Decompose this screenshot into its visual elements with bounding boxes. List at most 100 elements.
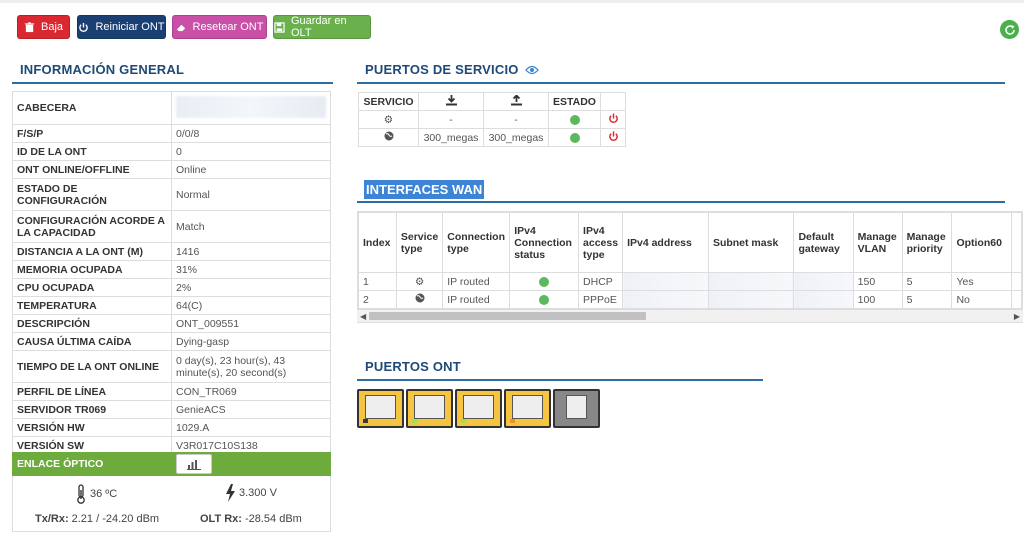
reiniciar-ont-button[interactable]: Reiniciar ONT xyxy=(77,15,166,39)
guardar-en-olt-button[interactable]: Guardar en OLT xyxy=(273,15,371,39)
bar-chart-icon xyxy=(187,459,201,470)
txrx-reading: Tx/Rx: 2.21 / -24.20 dBm xyxy=(35,513,159,525)
upload-header xyxy=(483,92,549,111)
optical-chart-button[interactable] xyxy=(176,454,212,474)
wan-access-type: PPPoE xyxy=(578,290,624,309)
info-row: CPU OCUPADA 2% xyxy=(12,278,331,297)
info-value: Dying-gasp xyxy=(171,332,331,351)
ethernet-port[interactable] xyxy=(504,389,551,428)
txrx-value: 2.21 / -24.20 dBm xyxy=(71,513,160,525)
wan-header-connection-type: Connection type xyxy=(442,212,511,273)
resetear-label: Resetear ONT xyxy=(192,21,264,33)
info-key: ONT ONLINE/OFFLINE xyxy=(12,160,172,179)
gear-icon: ⚙ xyxy=(383,113,394,126)
info-row: DISTANCIA A LA ONT (M) 1416 xyxy=(12,242,331,261)
wan-horizontal-scrollbar[interactable]: ◀ ▶ xyxy=(357,309,1023,322)
info-row: SERVIDOR TR069 GenieACS xyxy=(12,400,331,419)
info-value: Normal xyxy=(171,178,331,211)
wan-option60: Yes xyxy=(951,272,1012,291)
info-row: ONT ONLINE/OFFLINE Online xyxy=(12,160,331,179)
puertos-servicio-title: PUERTOS DE SERVICIO xyxy=(365,62,519,77)
trash-icon xyxy=(24,21,35,32)
ethernet-port[interactable] xyxy=(357,389,404,428)
olt-rx-value: -28.54 dBm xyxy=(244,513,302,525)
wan-service-type xyxy=(395,290,444,309)
ethernet-port[interactable] xyxy=(406,389,453,428)
info-row: ESTADO DE CONFIGURACIÓN Normal xyxy=(12,178,331,211)
rj45-jack-icon xyxy=(414,395,445,419)
estado-header: ESTADO xyxy=(548,92,601,111)
save-icon xyxy=(274,21,285,33)
info-row: CABECERA xyxy=(12,91,331,125)
status-online-dot xyxy=(569,114,580,125)
service-upload: - xyxy=(483,110,549,129)
eye-icon[interactable] xyxy=(524,65,539,75)
power-icon[interactable] xyxy=(608,112,619,124)
baja-label: Baja xyxy=(40,21,64,33)
info-key: ESTADO DE CONFIGURACIÓN xyxy=(12,178,172,211)
wan-header-gateway: Default gateway xyxy=(793,212,854,273)
top-border xyxy=(0,0,1024,3)
resetear-ont-button[interactable]: Resetear ONT xyxy=(172,15,267,39)
info-value: 0 xyxy=(171,142,331,161)
wan-manage-priority: 5 xyxy=(901,272,953,291)
wan-subnet xyxy=(707,272,795,291)
download-header xyxy=(418,92,484,111)
service-status xyxy=(548,110,601,129)
wan-service-type: ⚙ xyxy=(395,272,444,291)
scroll-left-arrow[interactable]: ◀ xyxy=(360,312,366,321)
scroll-right-arrow[interactable]: ▶ xyxy=(1014,312,1020,321)
wan-access-type: DHCP xyxy=(578,272,624,291)
servicio-header: SERVICIO xyxy=(358,92,419,111)
service-action xyxy=(600,128,626,147)
info-value: Online xyxy=(171,160,331,179)
info-key: F/S/P xyxy=(12,124,172,143)
wan-subnet xyxy=(707,290,795,309)
wan-option60: No xyxy=(951,290,1012,309)
globe-icon xyxy=(415,293,425,303)
gear-icon: ⚙ xyxy=(414,275,425,288)
table-row: 1 ⚙ IP routed DHCP 150 5 Yes xyxy=(358,272,1022,291)
service-row: 300_megas 300_megas xyxy=(358,128,626,147)
interfaces-wan-divider xyxy=(357,201,1005,203)
info-key: DESCRIPCIÓN xyxy=(12,314,172,333)
info-row: VERSIÓN HW 1029.A xyxy=(12,418,331,437)
ethernet-port[interactable] xyxy=(553,389,600,428)
refresh-button[interactable] xyxy=(1000,20,1019,39)
status-online-dot xyxy=(569,132,580,143)
wan-ipv4-address xyxy=(622,290,709,309)
service-download: - xyxy=(418,110,484,129)
scroll-thumb[interactable] xyxy=(369,312,646,320)
interfaces-wan-title: INTERFACES WAN xyxy=(364,180,485,199)
info-key: VERSIÓN HW xyxy=(12,418,172,437)
optical-voltage: 3.300 V xyxy=(225,484,277,502)
wan-header-manage-vlan: Manage VLAN xyxy=(852,212,903,273)
baja-button[interactable]: Baja xyxy=(17,15,70,39)
info-general-table: CABECERA F/S/P 0/0/8 ID DE LA ONT 0 ONT ONLIN… xyxy=(12,91,331,455)
info-row: DESCRIPCIÓN ONT_009551 xyxy=(12,314,331,333)
info-value: 1416 xyxy=(171,242,331,261)
power-icon[interactable] xyxy=(608,130,619,142)
info-value: 0/0/8 xyxy=(171,124,331,143)
wan-manage-priority: 5 xyxy=(901,290,953,309)
wan-header-option60: Option60 xyxy=(951,212,1012,273)
download-icon xyxy=(445,94,457,105)
wan-table: Index Service type Connection type IPv4 … xyxy=(358,212,1022,309)
service-download: 300_megas xyxy=(418,128,484,147)
wan-header-ipv4-status: IPv4 Connection status xyxy=(509,212,580,273)
info-key: ID DE LA ONT xyxy=(12,142,172,161)
wan-header-overflow xyxy=(1011,212,1022,273)
wan-ipv4-status xyxy=(509,272,580,291)
enlace-optico-row: ENLACE ÓPTICO xyxy=(12,452,331,476)
info-row: ID DE LA ONT 0 xyxy=(12,142,331,161)
info-key: CABECERA xyxy=(12,91,172,125)
info-row: CONFIGURACIÓN ACORDE A LA CAPACIDAD Match xyxy=(12,210,331,243)
info-key: CAUSA ÚLTIMA CAÍDA xyxy=(12,332,172,351)
info-value: Match xyxy=(171,210,331,243)
wan-table-scroll[interactable]: Index Service type Connection type IPv4 … xyxy=(357,211,1023,323)
ethernet-port[interactable] xyxy=(455,389,502,428)
info-value: 31% xyxy=(171,260,331,279)
info-value: CON_TR069 xyxy=(171,382,331,401)
wan-overflow xyxy=(1011,272,1022,291)
enlace-optico-label: ENLACE ÓPTICO xyxy=(17,458,104,470)
